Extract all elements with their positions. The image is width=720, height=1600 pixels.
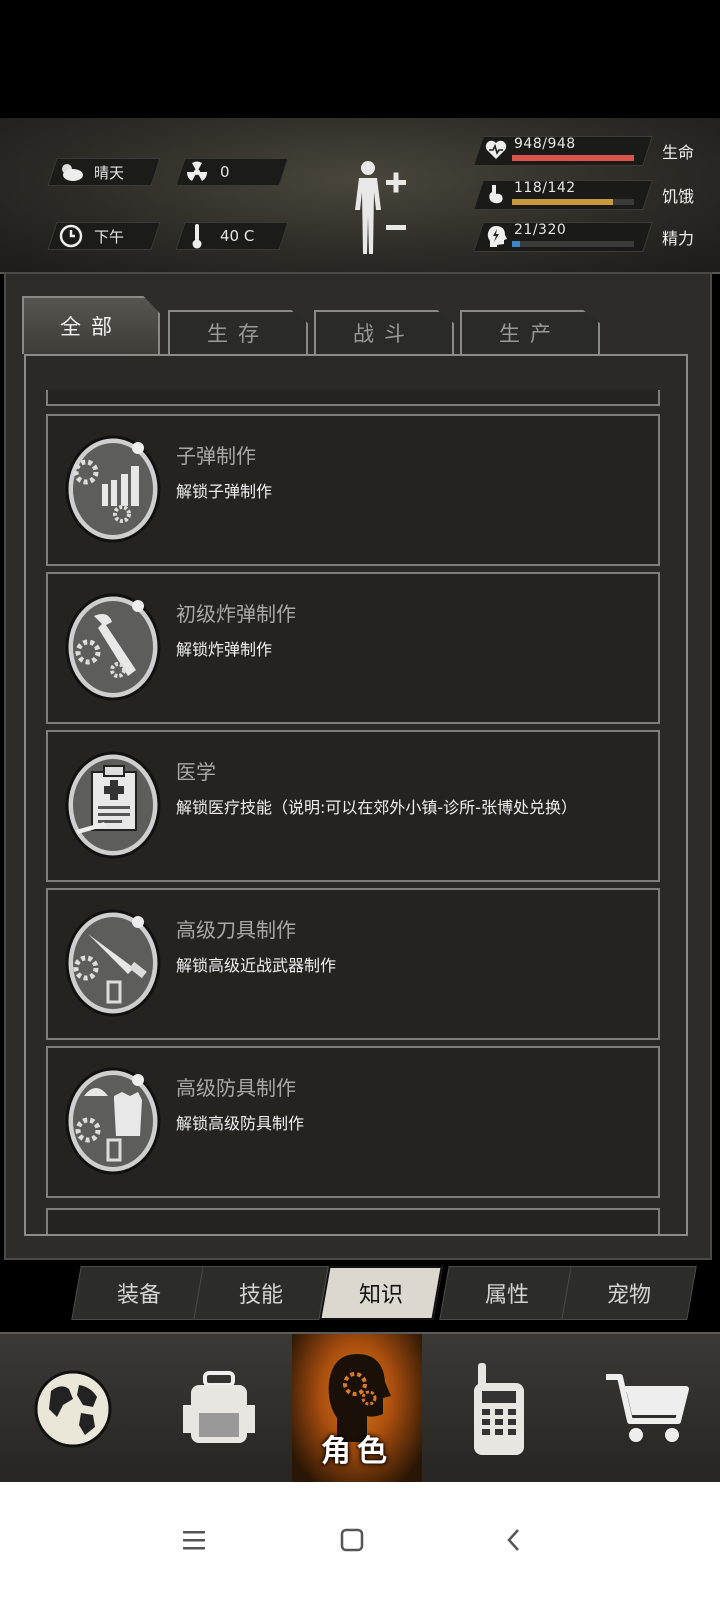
stat-row: 21/320 精力 — [473, 220, 708, 254]
item-title: 高级防具制作 — [176, 1076, 296, 1100]
time-text: 下午 — [94, 227, 125, 246]
bottom-navigation: 角色 — [0, 1332, 720, 1484]
stat-label: 饥饿 — [662, 187, 695, 206]
stat-row: 118/142 饥饿 — [473, 178, 708, 212]
tab-all[interactable]: 全部 — [22, 296, 160, 354]
body-figure-icon — [355, 161, 406, 254]
stat-bar — [512, 241, 634, 247]
stat-bar — [512, 199, 634, 205]
tab-label: 生产 — [499, 322, 561, 346]
radiation-icon — [184, 159, 210, 185]
back-icon — [507, 1529, 519, 1551]
subtab-equipment[interactable]: 装备 — [76, 1266, 202, 1320]
stat-value: 948/948 — [514, 136, 576, 152]
thermometer-icon — [184, 223, 210, 249]
character-subnav: 装备 技能 知识 属性 宠物 — [70, 1266, 710, 1320]
tab-production[interactable]: 生产 — [460, 310, 600, 354]
nav-character-button[interactable]: 角色 — [292, 1334, 422, 1484]
item-description: 解锁高级防具制作 — [176, 1114, 305, 1133]
stat-bar-fill — [512, 199, 614, 205]
walkie-talkie-icon — [474, 1363, 524, 1455]
item-title: 子弹制作 — [176, 444, 256, 468]
medicine-icon — [64, 750, 162, 860]
nav-radio-button[interactable] — [426, 1334, 572, 1484]
subtab-skills[interactable]: 技能 — [198, 1266, 324, 1320]
item-title: 初级炸弹制作 — [176, 602, 296, 626]
cloud-sun-icon — [58, 159, 84, 185]
backpack-icon — [183, 1371, 255, 1443]
energy-head-icon — [484, 224, 508, 248]
nav-world-button[interactable] — [0, 1334, 146, 1484]
armor-crafting-icon — [64, 1066, 162, 1176]
weather-text: 晴天 — [94, 163, 125, 182]
stat-bar — [512, 155, 634, 161]
home-icon — [340, 1528, 364, 1552]
subtab-attributes[interactable]: 属性 — [444, 1266, 570, 1320]
body-status-button[interactable] — [348, 158, 438, 258]
list-item[interactable]: 子弹制作 解锁子弹制作 — [46, 414, 660, 566]
stat-row: 948/948 生命 — [473, 134, 708, 168]
menu-button[interactable] — [164, 1512, 224, 1568]
bomb-crafting-icon — [64, 592, 162, 702]
home-button[interactable] — [322, 1512, 382, 1568]
list-item-partial-bottom[interactable] — [46, 1208, 660, 1234]
list-item[interactable]: 医学 解锁医疗技能（说明:可以在郊外小镇-诊所-张博处兑换） — [46, 730, 660, 882]
stat-bar-fill — [512, 241, 520, 247]
item-description: 解锁子弹制作 — [176, 482, 273, 501]
stat-label: 生命 — [662, 143, 695, 162]
tab-label: 全部 — [60, 315, 122, 339]
temperature-value: 40 C — [220, 227, 255, 245]
item-description: 解锁炸弹制作 — [176, 640, 273, 659]
globe-icon — [34, 1370, 112, 1448]
list-item[interactable]: 高级防具制作 解锁高级防具制作 — [46, 1046, 660, 1198]
subtab-knowledge[interactable]: 知识 — [324, 1266, 438, 1320]
heart-icon — [484, 138, 508, 162]
list-item[interactable]: 初级炸弹制作 解锁炸弹制作 — [46, 572, 660, 724]
subtab-pets[interactable]: 宠物 — [566, 1266, 692, 1320]
list-item[interactable]: 高级刀具制作 解锁高级近战武器制作 — [46, 888, 660, 1040]
shopping-cart-icon — [606, 1374, 689, 1442]
tab-combat[interactable]: 战斗 — [314, 310, 454, 354]
stat-value: 21/320 — [514, 222, 567, 238]
weather-status: 晴天 — [58, 158, 124, 186]
status-hud: 晴天 0 下午 40 C 948/948 生命 118/142 饥饿 21/32… — [0, 118, 720, 274]
item-title: 高级刀具制作 — [176, 918, 296, 942]
stat-bar-fill — [512, 155, 634, 161]
stat-label: 精力 — [662, 229, 695, 248]
system-navigation-bar — [0, 1482, 720, 1600]
tab-label: 战斗 — [353, 322, 415, 346]
list-item-partial-top — [46, 390, 660, 406]
item-description: 解锁医疗技能（说明:可以在郊外小镇-诊所-张博处兑换） — [176, 798, 577, 817]
radiation-value: 0 — [220, 163, 230, 181]
item-title: 医学 — [176, 760, 216, 784]
menu-icon — [183, 1531, 205, 1550]
clock-icon — [58, 223, 84, 249]
stomach-icon — [484, 182, 508, 206]
radiation-status: 0 — [184, 158, 230, 186]
knowledge-list[interactable]: 子弹制作 解锁子弹制作 初级炸弹制作 解锁炸弹制作 医学 解锁医疗技能（说明:可… — [24, 354, 688, 1236]
tab-survival[interactable]: 生存 — [168, 310, 308, 354]
temperature-status: 40 C — [184, 222, 254, 250]
bullet-crafting-icon — [64, 434, 162, 544]
stat-value: 118/142 — [514, 180, 576, 196]
nav-inventory-button[interactable] — [146, 1334, 292, 1484]
time-status: 下午 — [58, 222, 124, 250]
nav-shop-button[interactable] — [574, 1334, 720, 1484]
item-description: 解锁高级近战武器制作 — [176, 956, 337, 975]
tab-label: 生存 — [207, 322, 269, 346]
knife-crafting-icon — [64, 908, 162, 1018]
nav-character-label: 角色 — [321, 1434, 393, 1469]
back-button[interactable] — [484, 1512, 544, 1568]
